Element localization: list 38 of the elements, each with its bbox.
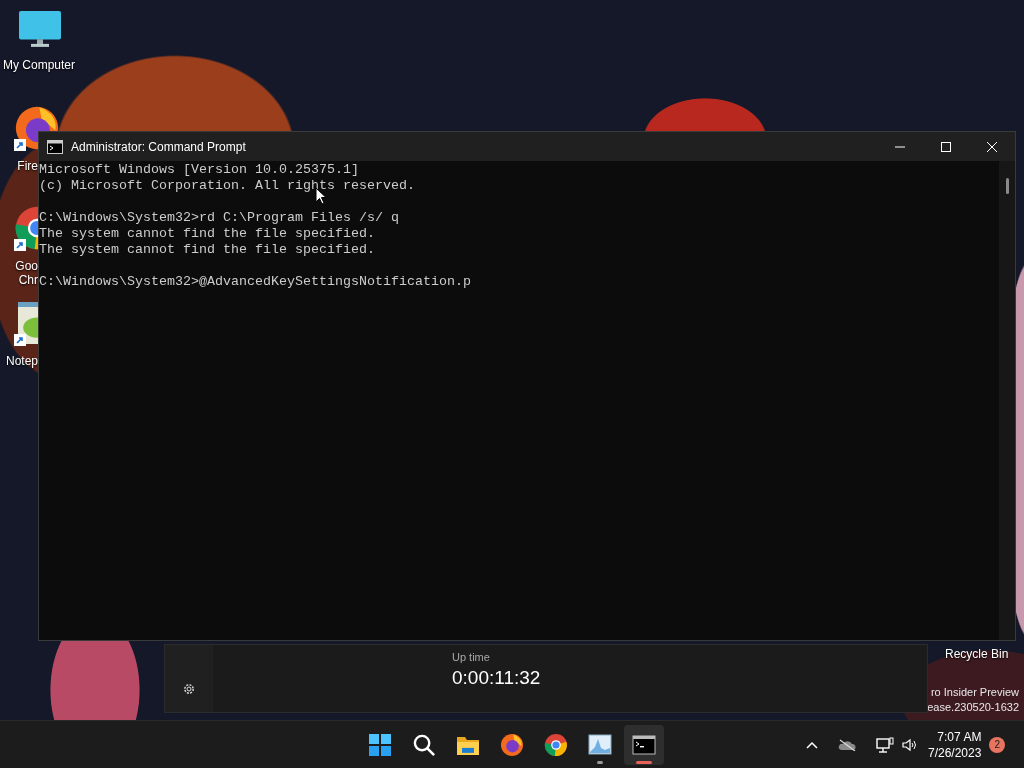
fox-icon[interactable] (500, 732, 524, 757)
scrollbar-thumb[interactable] (1006, 178, 1009, 194)
icon-label: My Computer (2, 58, 76, 72)
console-line: C:\Windows\System32>rd C:\Program Files /s/ q (39, 210, 400, 226)
volume-icon[interactable] (902, 737, 918, 752)
clock-time: 7:07 AM (937, 728, 982, 745)
taskbar-app[interactable] (624, 724, 664, 765)
network-icon[interactable] (876, 736, 894, 753)
watermark-text: ease.230520-1632 (927, 700, 1019, 715)
terminal-icon (47, 139, 63, 154)
watermark-text: ro Insider Preview (930, 685, 1019, 700)
settings-icon[interactable] (182, 682, 196, 696)
uptime-label: Up time (452, 651, 491, 663)
chart-window-icon[interactable] (588, 732, 612, 757)
clock-date: 7/26/2023 (928, 744, 982, 761)
console-line: Microsoft Windows [Version 10.0.25375.1] (39, 162, 360, 178)
chevron-up-icon[interactable] (806, 740, 818, 749)
icon-label: Goo (14, 259, 38, 273)
windows-logo-icon[interactable] (368, 732, 392, 757)
console-line: The system cannot find the file specified. (39, 242, 376, 258)
icon-label: Notep (4, 354, 38, 368)
search-icon[interactable] (412, 732, 436, 757)
window-title: Administrator: Command Prompt (71, 139, 247, 154)
notification-badge[interactable]: 2 (989, 736, 1006, 753)
console-line: (c) Microsoft Corporation. All rights reserved. (39, 178, 416, 194)
icon-label: Chr (17, 273, 38, 287)
clock[interactable]: 7:07 AM 7/26/2023 (928, 728, 982, 761)
close-icon (987, 141, 997, 152)
icon-label: Recycle Bin (945, 647, 1009, 661)
console-line: C:\Windows\System32>@AdvancedKeySettingsNotification.p (39, 274, 472, 290)
icon-label: Fire (16, 159, 38, 173)
terminal-icon[interactable] (632, 732, 656, 757)
chrome-icon[interactable] (544, 732, 568, 757)
console-line: The system cannot find the file specified. (39, 226, 376, 242)
scrollbar[interactable] (999, 161, 1015, 640)
maximize-icon (941, 141, 951, 152)
uptime-value: 0:00:11:32 (452, 667, 541, 689)
cloud-off-icon[interactable] (838, 738, 856, 751)
